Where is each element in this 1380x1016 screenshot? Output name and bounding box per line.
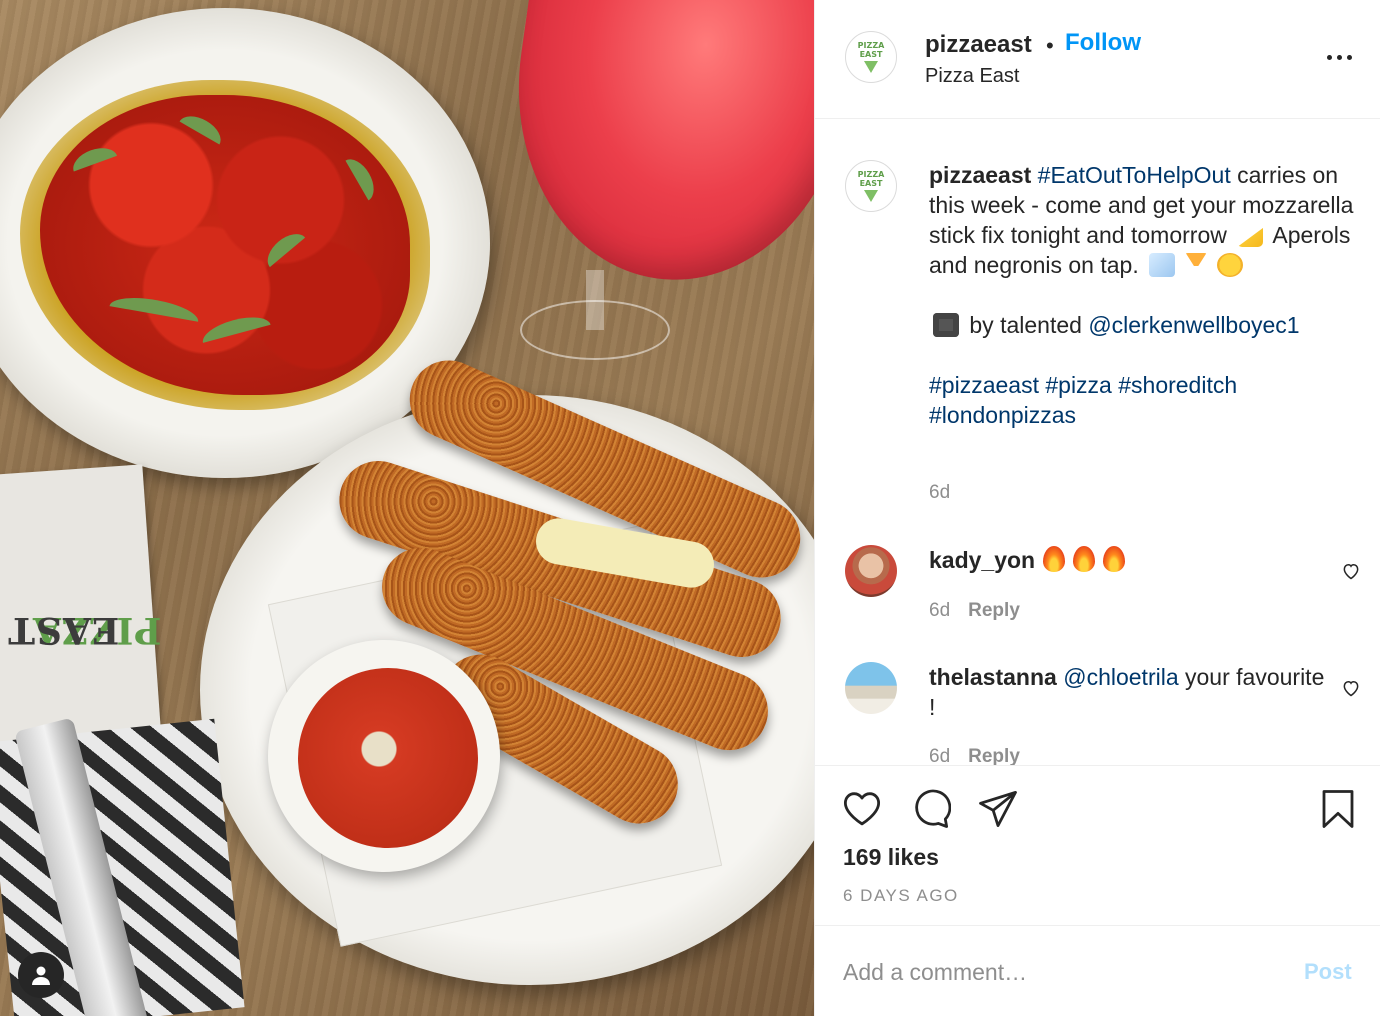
comment-composer: Post [815,925,1380,1016]
comment-timestamp[interactable]: 6d [929,600,950,621]
comment-timestamp[interactable]: 6d [929,746,950,765]
comment-username[interactable]: kady_yon [929,547,1035,573]
hashtag-link[interactable]: #londonpizzas [929,402,1076,428]
post-location[interactable]: Pizza East [925,65,1019,88]
fire-emoji-icon [1103,546,1126,572]
post-header: PIZZA EAST pizzaeast • Follow Pizza East [815,0,1380,119]
more-options-icon[interactable] [1327,48,1357,66]
pizza-slice-icon [864,61,878,73]
fire-emoji-icon [1043,546,1066,572]
comment-username[interactable]: thelastanna [929,664,1057,690]
like-comment-heart-icon[interactable] [1341,678,1361,698]
fire-emoji-icon [1073,546,1096,572]
aperol-glass [492,0,814,302]
comments-section[interactable]: PIZZA EAST pizzaeast #EatOutToHelpOut ca… [815,120,1380,765]
ice-cube-emoji-icon [1149,253,1176,277]
avatar[interactable]: PIZZA EAST [845,160,897,212]
separator-dot: • [1046,33,1054,58]
comment-meta: 6d Reply [929,746,1020,765]
avatar-logo-text: PIZZA EAST [857,41,885,59]
follow-button[interactable]: Follow [1065,29,1141,57]
caption-username[interactable]: pizzaeast [929,162,1031,188]
pizza-slice-icon [864,190,878,202]
avatar[interactable]: PIZZA EAST [845,31,897,83]
hashtag-link[interactable]: #pizzaeast [929,372,1039,398]
mention-link[interactable]: @clerkenwellboyec1 [1088,312,1299,338]
post-photo[interactable]: PIZZA EAST [0,0,814,1016]
comment-text: kady_yon [929,545,1329,575]
glass-base [520,300,670,360]
credit-text: by talented [963,312,1089,338]
tomato-sauce [298,668,478,848]
comment-meta: 6d Reply [929,600,1020,622]
cheese-emoji-icon [1237,227,1264,247]
post-timestamp[interactable]: 6 DAYS AGO [843,886,959,906]
post-actions: 169 likes 6 DAYS AGO [815,765,1380,925]
yum-face-emoji-icon [1217,253,1244,277]
like-comment-heart-icon[interactable] [1341,561,1361,581]
comment-input[interactable] [843,954,1283,990]
user-icon [32,966,50,985]
mention-link[interactable]: @chloetrila [1063,664,1178,690]
likes-count[interactable]: 169 likes [843,844,939,871]
post-caption: pizzaeast #EatOutToHelpOut carries on th… [929,160,1359,430]
tagged-users-button[interactable] [18,952,64,998]
reply-button[interactable]: Reply [968,746,1020,765]
hashtag-link[interactable]: #pizza [1045,372,1111,398]
like-heart-icon[interactable] [841,788,883,830]
avatar[interactable] [845,662,897,714]
hashtag-link[interactable]: #shoreditch [1118,372,1237,398]
comment-text: thelastanna @chloetrila your favourite ! [929,662,1329,722]
avatar[interactable] [845,545,897,597]
reply-button[interactable]: Reply [968,600,1020,621]
share-paper-plane-icon[interactable] [977,788,1019,830]
post-comment-button[interactable]: Post [1304,959,1352,985]
comment-bubble-icon[interactable] [909,788,951,830]
post-sidebar: PIZZA EAST pizzaeast • Follow Pizza East… [814,0,1380,1016]
post-author-username[interactable]: pizzaeast [925,31,1032,59]
avatar-logo-text: PIZZA EAST [857,170,885,188]
hashtag-link[interactable]: #EatOutToHelpOut [1038,162,1231,188]
caption-timestamp[interactable]: 6d [929,482,950,504]
save-bookmark-icon[interactable] [1317,788,1359,830]
camera-emoji-icon [933,313,959,337]
menu-logo: PIZZA EAST [7,609,162,651]
tropical-drink-emoji-icon [1185,253,1207,277]
